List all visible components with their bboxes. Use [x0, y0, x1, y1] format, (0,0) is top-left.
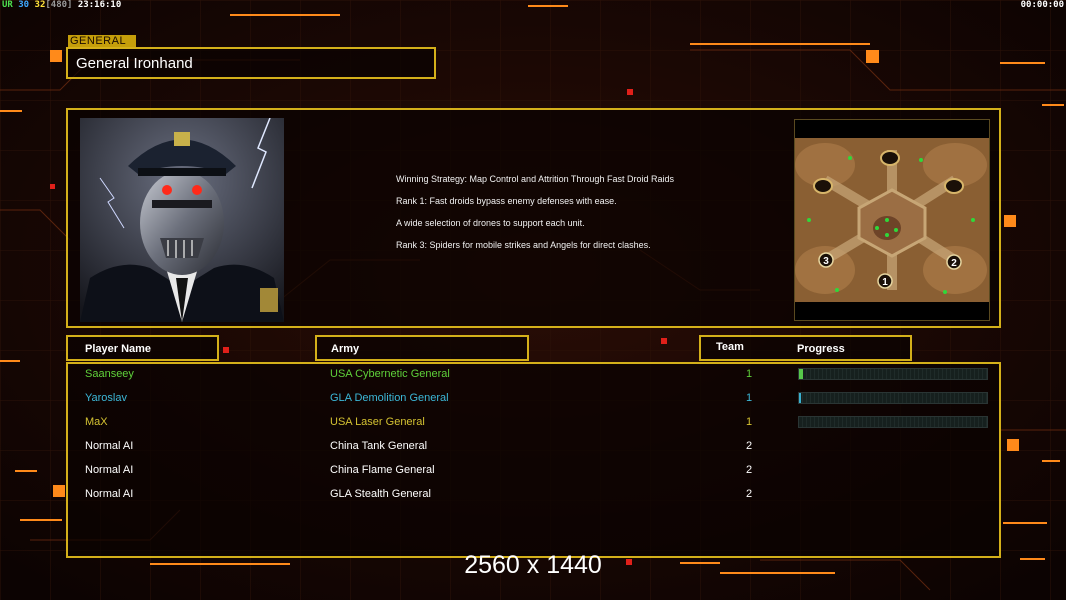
player-name: MaX [85, 416, 108, 428]
progress-header-label: Progress [797, 343, 845, 355]
player-army: GLA Demolition General [330, 392, 449, 404]
progress-bar [798, 368, 988, 380]
player-name: Normal AI [85, 488, 134, 500]
player-army: China Tank General [330, 440, 428, 452]
progress-fill [799, 393, 801, 403]
player-name: Yaroslav [85, 392, 127, 404]
players-table: Saanseey USA Cybernetic General 1 Yaroslav G… [66, 362, 1001, 558]
player-name: Normal AI [85, 440, 134, 452]
start-position-3: 3 [823, 256, 829, 267]
player-team: 1 [746, 368, 753, 380]
team-header-label: Team [716, 341, 744, 353]
player-team: 1 [746, 392, 753, 404]
minimap-preview: 3 1 2 [794, 119, 990, 321]
rank3-line: Rank 3: Spiders for mobile strikes and A… [396, 240, 651, 250]
general-title-box: General Ironhand [66, 47, 436, 79]
player-team: 2 [746, 488, 753, 500]
progress-bar [798, 392, 988, 404]
player-team: 2 [746, 464, 753, 476]
player-team: 2 [746, 440, 753, 452]
drones-line: A wide selection of drones to support ea… [396, 218, 585, 228]
general-name: General Ironhand [76, 55, 193, 72]
table-row: Saanseey USA Cybernetic General 1 [68, 364, 999, 384]
player-army: GLA Stealth General [330, 488, 431, 500]
table-row: Normal AI GLA Stealth General 2 [68, 484, 999, 504]
player-team: 1 [746, 416, 753, 428]
general-info-panel: Winning Strategy: Map Control and Attrit… [66, 108, 1001, 328]
hud-clock: 23:16:10 [77, 0, 122, 10]
game-timer: 00:00:00 [1020, 0, 1064, 10]
player-army: USA Laser General [330, 416, 425, 428]
rank1-line: Rank 1: Fast droids bypass enemy defense… [396, 196, 617, 206]
resolution-label: 2560 x 1440 [464, 551, 602, 579]
player-name: Normal AI [85, 464, 134, 476]
start-position-1: 1 [882, 277, 888, 288]
table-row: MaX USA Laser General 1 [68, 412, 999, 432]
general-portrait [80, 118, 284, 322]
strategy-line: Winning Strategy: Map Control and Attrit… [396, 174, 674, 184]
army-header-label: Army [331, 343, 360, 355]
table-row: Normal AI China Flame General 2 [68, 460, 999, 480]
table-row: Normal AI China Tank General 2 [68, 436, 999, 456]
player-name: Saanseey [85, 368, 134, 380]
hud-value-2: 32 [34, 0, 46, 10]
player-army: China Flame General [330, 464, 435, 476]
start-position-2: 2 [951, 258, 957, 269]
strategy-description: Winning Strategy: Map Control and Attrit… [396, 174, 696, 262]
hud-bracket: [480] [45, 0, 73, 10]
progress-fill [799, 369, 803, 379]
cyborg-general-image [80, 118, 284, 322]
map-image: 3 1 2 [795, 120, 989, 320]
player-name-header: Player Name [66, 335, 219, 361]
hud-ur: UR [2, 0, 13, 10]
general-tag: GENERAL [68, 35, 136, 47]
table-row: Yaroslav GLA Demolition General 1 [68, 388, 999, 408]
army-header: Army [315, 335, 529, 361]
progress-bar [798, 416, 988, 428]
fps-readout: UR 30 32[480] 23:16:10 [2, 0, 121, 11]
player-name-header-label: Player Name [85, 343, 152, 355]
player-army: USA Cybernetic General [330, 368, 450, 380]
team-progress-header: Team Progress [699, 335, 912, 361]
hud-value-1: 30 [18, 0, 30, 10]
